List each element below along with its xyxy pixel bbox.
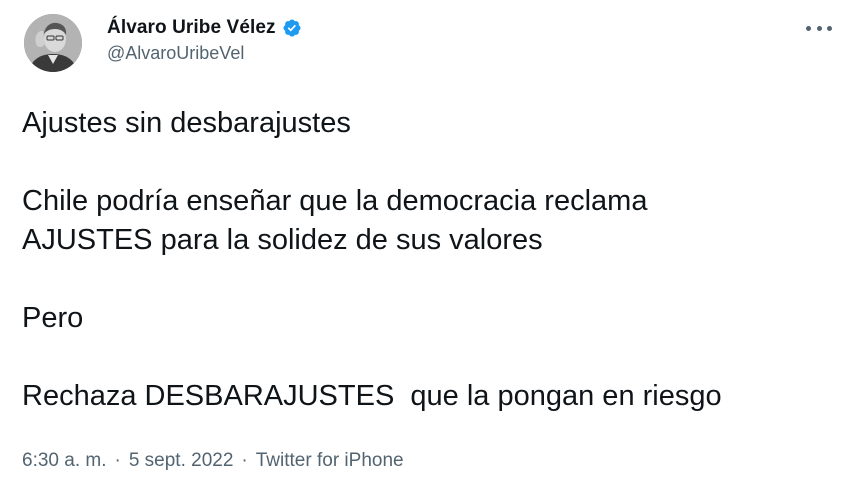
tweet-time[interactable]: 6:30 a. m. xyxy=(22,450,107,472)
tweet-line: Ajustes sin desbarajustes xyxy=(22,107,351,139)
tweet-line: Pero xyxy=(22,302,84,334)
more-dot xyxy=(816,25,822,31)
tweet-meta: 6:30 a. m. · 5 sept. 2022 · Twitter for … xyxy=(22,450,404,472)
author-block: Álvaro Uribe Vélez @AlvaroUribeVel xyxy=(107,15,302,64)
more-dot xyxy=(806,25,811,31)
avatar-photo xyxy=(24,14,82,72)
tweet-line: AJUSTES para la solidez de sus valores xyxy=(22,224,543,256)
line-break xyxy=(22,260,832,299)
meta-separator: · xyxy=(241,450,248,471)
author-name-row: Álvaro Uribe Vélez xyxy=(107,15,302,41)
tweet-line: Rechaza DESBARAJUSTES que la pongan en r… xyxy=(22,380,722,412)
tweet-card: Álvaro Uribe Vélez @AlvaroUribeVel Ajust… xyxy=(0,0,852,488)
author-handle[interactable]: @AlvaroUribeVel xyxy=(107,43,302,64)
line-break xyxy=(22,143,832,182)
tweet-source[interactable]: Twitter for iPhone xyxy=(256,450,404,472)
display-name[interactable]: Álvaro Uribe Vélez xyxy=(107,17,276,39)
line-break xyxy=(22,338,832,377)
meta-separator: · xyxy=(114,450,121,471)
more-options-icon[interactable] xyxy=(806,18,832,38)
avatar[interactable] xyxy=(24,14,82,72)
more-dot xyxy=(827,25,832,31)
tweet-text: Ajustes sin desbarajustes Chile podría e… xyxy=(22,104,832,416)
verified-badge-icon xyxy=(282,18,302,38)
tweet-date[interactable]: 5 sept. 2022 xyxy=(129,450,234,472)
tweet-line: Chile podría enseñar que la democracia r… xyxy=(22,185,648,217)
